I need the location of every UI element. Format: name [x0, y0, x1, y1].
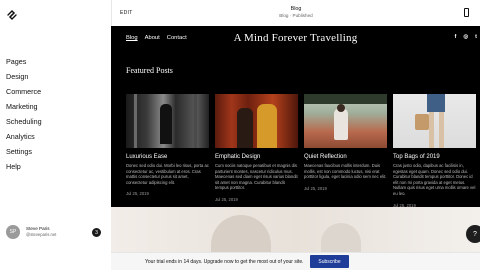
featured-posts-heading: Featured Posts [126, 66, 173, 75]
post-excerpt: Maecenas faucibus mollis interdum. Duis … [304, 163, 387, 180]
post-image-luxurious-ease[interactable] [126, 94, 209, 148]
twitter-icon[interactable]: t [475, 34, 477, 40]
user-email: @steveparis.net [26, 232, 57, 237]
post-date: Jul 25, 2019 [304, 185, 327, 191]
trial-message: Your trial ends in 14 days. Upgrade now … [145, 259, 304, 265]
user-name: Steve Paris [26, 226, 50, 231]
post-image-quiet-reflection[interactable] [304, 94, 387, 148]
post-image-top-bags-2019[interactable] [393, 94, 476, 148]
sidebar-nav: Pages Design Commerce Marketing Scheduli… [6, 54, 42, 174]
avatar: SP [6, 225, 20, 239]
sidebar-item-help[interactable]: Help [6, 159, 42, 174]
notification-badge[interactable]: 3 [92, 228, 101, 237]
post-excerpt: Cras justo odio, dapibus ac facilisis in… [393, 163, 476, 196]
sidebar-item-marketing[interactable]: Marketing [6, 99, 42, 114]
site-title[interactable]: A Mind Forever Travelling [111, 32, 480, 44]
sidebar-item-scheduling[interactable]: Scheduling [6, 114, 42, 129]
sidebar: Pages Design Commerce Marketing Scheduli… [0, 0, 111, 270]
help-button[interactable]: ? [466, 225, 480, 243]
post-title[interactable]: Luxurious Ease [126, 154, 209, 160]
post-card[interactable]: Top Bags of 2019 Cras justo odio, dapibu… [393, 94, 476, 208]
post-date: Jul 25, 2019 [215, 196, 238, 202]
social-links: f ◎ t [455, 34, 478, 40]
trial-banner: Your trial ends in 14 days. Upgrade now … [111, 252, 480, 270]
sidebar-item-commerce[interactable]: Commerce [6, 84, 42, 99]
page-status: Blog · Published [279, 13, 313, 18]
instagram-icon[interactable]: ◎ [463, 34, 468, 40]
editor-topbar: EDIT Blog Blog · Published [111, 0, 480, 26]
subscribe-button[interactable]: Subscribe [310, 255, 349, 268]
squarespace-logo-icon[interactable] [6, 9, 18, 21]
user-profile[interactable]: SP Steve Paris @steveparis.net 3 [6, 225, 104, 241]
post-excerpt: Cum sociis natoque penatibus et magnis d… [215, 163, 298, 191]
post-image-emphatic-design[interactable] [215, 94, 298, 148]
post-excerpt: Donec sed odio dui. Morbi leo risus, por… [126, 163, 209, 185]
page-title: Blog [290, 6, 302, 12]
sidebar-item-analytics[interactable]: Analytics [6, 129, 42, 144]
mobile-preview-icon[interactable] [464, 8, 469, 17]
post-title[interactable]: Top Bags of 2019 [393, 154, 476, 160]
post-card[interactable]: Luxurious Ease Donec sed odio dui. Morbi… [126, 94, 209, 196]
post-card[interactable]: Quiet Reflection Maecenas faucibus molli… [304, 94, 387, 191]
post-card[interactable]: Emphatic Design Cum sociis natoque penat… [215, 94, 298, 202]
sidebar-item-settings[interactable]: Settings [6, 144, 42, 159]
post-date: Jul 25, 2019 [126, 191, 149, 197]
hero-image-strip [111, 207, 480, 252]
sidebar-item-design[interactable]: Design [6, 69, 42, 84]
sidebar-item-pages[interactable]: Pages [6, 54, 42, 69]
post-title[interactable]: Emphatic Design [215, 154, 298, 160]
site-preview: Blog About Contact A Mind Forever Travel… [111, 26, 480, 252]
facebook-icon[interactable]: f [455, 34, 457, 40]
post-title[interactable]: Quiet Reflection [304, 154, 387, 160]
